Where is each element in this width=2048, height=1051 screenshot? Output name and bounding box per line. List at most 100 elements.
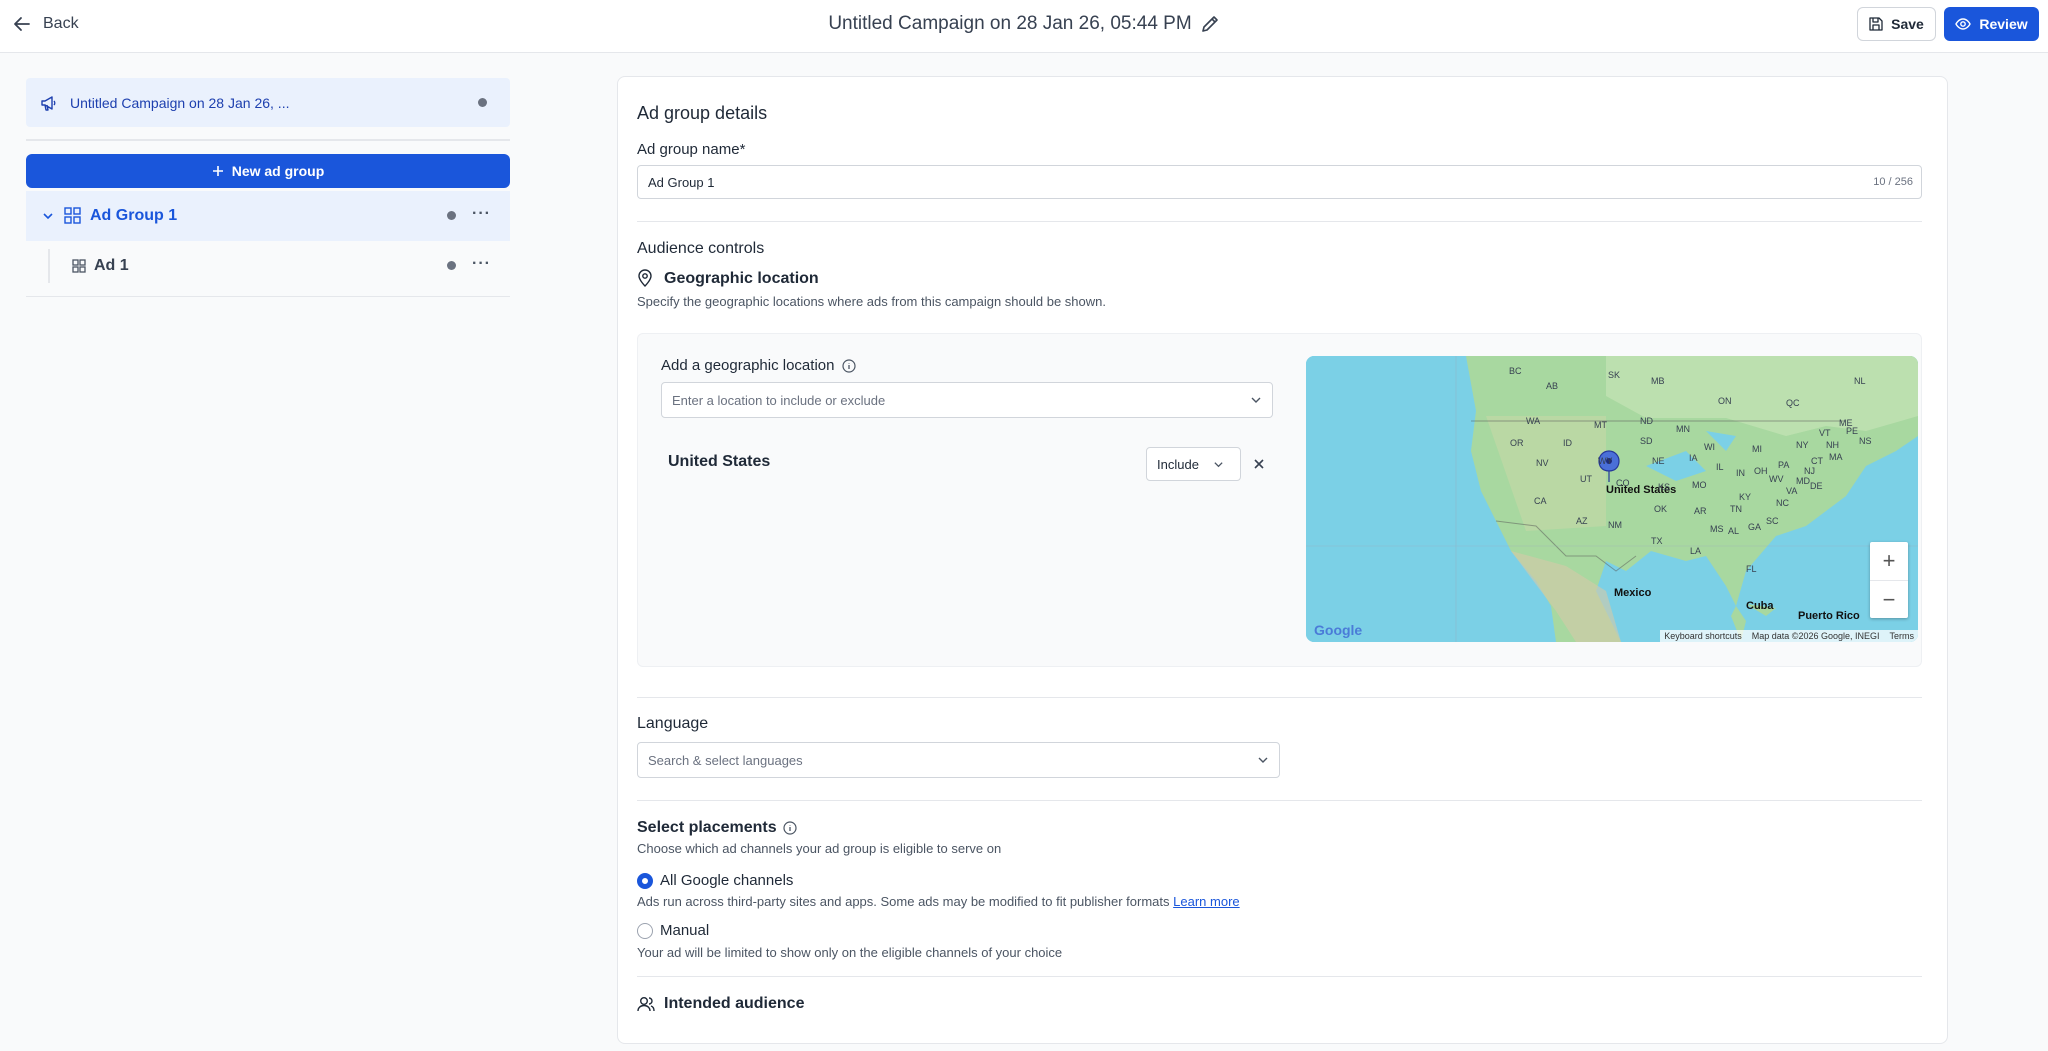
close-icon[interactable]: [1252, 457, 1266, 471]
geo-location-select[interactable]: Enter a location to include or exclude: [661, 382, 1273, 418]
info-icon[interactable]: [842, 358, 857, 373]
new-ad-group-label: New ad group: [231, 163, 325, 179]
ad-item[interactable]: Ad 1 ···: [26, 241, 510, 291]
campaign-item[interactable]: Untitled Campaign on 28 Jan 26, ...: [26, 78, 510, 127]
state-label: WA: [1526, 416, 1541, 426]
state-label: NY: [1796, 440, 1809, 450]
chevron-down-icon: [1250, 394, 1262, 406]
option-all-help: Ads run across third-party sites and app…: [637, 894, 1170, 909]
intended-audience-title: Intended audience: [664, 995, 805, 1012]
review-button[interactable]: Review: [1944, 7, 2039, 41]
state-label: NV: [1536, 458, 1549, 468]
info-icon[interactable]: [783, 821, 797, 835]
map-footer: Keyboard shortcuts Map data ©2026 Google…: [1660, 630, 1918, 642]
campaign-title: Untitled Campaign on 28 Jan 26, 05:44 PM: [828, 13, 1192, 34]
state-label: QC: [1786, 398, 1800, 408]
state-label: NH: [1826, 440, 1839, 450]
map-label-mexico: Mexico: [1614, 587, 1652, 599]
state-label: NJ: [1804, 466, 1815, 476]
option-manual-help: Your ad will be limited to show only on …: [637, 945, 1063, 960]
state-label: LA: [1690, 546, 1702, 556]
geo-location-title: Geographic location: [664, 270, 819, 287]
ad-group-name-value: Ad Group 1: [648, 174, 715, 190]
option-all-help-wrap: Ads run across third-party sites and app…: [637, 894, 1240, 909]
terms-link[interactable]: Terms: [1890, 631, 1915, 641]
language-placeholder: Search & select languages: [648, 752, 803, 768]
eye-icon: [1955, 18, 1972, 30]
map-label-cuba: Cuba: [1746, 600, 1774, 612]
state-label: VT: [1819, 428, 1831, 438]
state-label: NS: [1859, 436, 1872, 446]
language-title: Language: [637, 715, 709, 732]
radio-all-google-channels[interactable]: [637, 873, 653, 889]
state-label: GA: [1748, 522, 1762, 532]
audience-controls-title: Audience controls: [637, 240, 765, 257]
location-map[interactable]: United States Mexico Cuba Puerto Rico BC…: [1306, 356, 1918, 642]
state-label: ON: [1718, 396, 1732, 406]
save-button[interactable]: Save: [1857, 7, 1936, 41]
state-label: NM: [1608, 520, 1622, 530]
state-label: ND: [1640, 416, 1653, 426]
state-label: TN: [1730, 504, 1742, 514]
state-label: KS: [1658, 482, 1671, 492]
state-label: MO: [1692, 480, 1707, 490]
map-label-puerto-rico: Puerto Rico: [1798, 610, 1860, 622]
selected-location: United States: [668, 453, 771, 470]
state-label: OR: [1510, 438, 1524, 448]
state-label: BC: [1509, 366, 1522, 376]
section-divider: [637, 800, 1922, 801]
state-label: IA: [1689, 453, 1698, 463]
state-label: SD: [1640, 436, 1653, 446]
zoom-out-button[interactable]: −: [1870, 580, 1908, 618]
chevron-down-icon: [1257, 754, 1269, 766]
sidebar-divider: [26, 296, 510, 297]
map-pin-icon: [637, 269, 653, 287]
state-label: NL: [1854, 376, 1866, 386]
state-label: MD: [1796, 476, 1810, 486]
more-options-button[interactable]: ···: [472, 205, 491, 223]
char-counter: 10 / 256: [1873, 176, 1913, 188]
grid-icon: [72, 259, 86, 273]
google-logo: Google: [1314, 622, 1363, 638]
geo-location-box: Add a geographic location Enter a locati…: [637, 333, 1922, 667]
status-dot: [447, 261, 456, 270]
ad-group-label: Ad Group 1: [90, 207, 178, 224]
review-label: Review: [1979, 16, 2028, 32]
state-label: WY: [1598, 456, 1613, 466]
state-label: NC: [1776, 498, 1789, 508]
state-label: MT: [1594, 420, 1607, 430]
radio-manual[interactable]: [637, 923, 653, 939]
state-label: OK: [1654, 504, 1668, 514]
state-label: WV: [1769, 474, 1784, 484]
status-dot: [447, 211, 456, 220]
option-manual-label: Manual: [660, 922, 710, 939]
state-label: CA: [1534, 496, 1547, 506]
section-title: Ad group details: [637, 103, 768, 123]
grid-icon: [64, 207, 81, 224]
chevron-down-icon: [1213, 459, 1224, 470]
state-label: VA: [1786, 486, 1798, 496]
sidebar-divider: [26, 139, 510, 141]
state-label: MB: [1651, 376, 1665, 386]
option-all-label: All Google channels: [660, 872, 794, 889]
new-ad-group-button[interactable]: New ad group: [26, 154, 510, 188]
add-geo-label-wrap: Add a geographic location: [661, 357, 857, 374]
learn-more-link[interactable]: Learn more: [1173, 894, 1239, 909]
pencil-icon[interactable]: [1200, 14, 1220, 34]
include-exclude-select[interactable]: Include: [1146, 447, 1241, 481]
state-label: PA: [1778, 460, 1790, 470]
ad-group-name-input[interactable]: Ad Group 1 10 / 256: [637, 165, 1922, 199]
placements-title-wrap: Select placements: [637, 819, 797, 837]
state-label: IN: [1736, 468, 1745, 478]
geo-location-placeholder: Enter a location to include or exclude: [672, 392, 886, 408]
chevron-down-icon[interactable]: [42, 210, 54, 222]
keyboard-shortcuts-link[interactable]: Keyboard shortcuts: [1664, 631, 1742, 641]
campaign-item-label: Untitled Campaign on 28 Jan 26, ...: [70, 94, 290, 111]
state-label: IL: [1716, 462, 1724, 472]
ad-group-item[interactable]: Ad Group 1 ···: [26, 191, 510, 241]
zoom-in-button[interactable]: +: [1870, 542, 1908, 580]
more-options-button[interactable]: ···: [472, 255, 491, 273]
state-label: TX: [1651, 536, 1663, 546]
plus-icon: [212, 166, 223, 176]
language-select[interactable]: Search & select languages: [637, 742, 1280, 778]
